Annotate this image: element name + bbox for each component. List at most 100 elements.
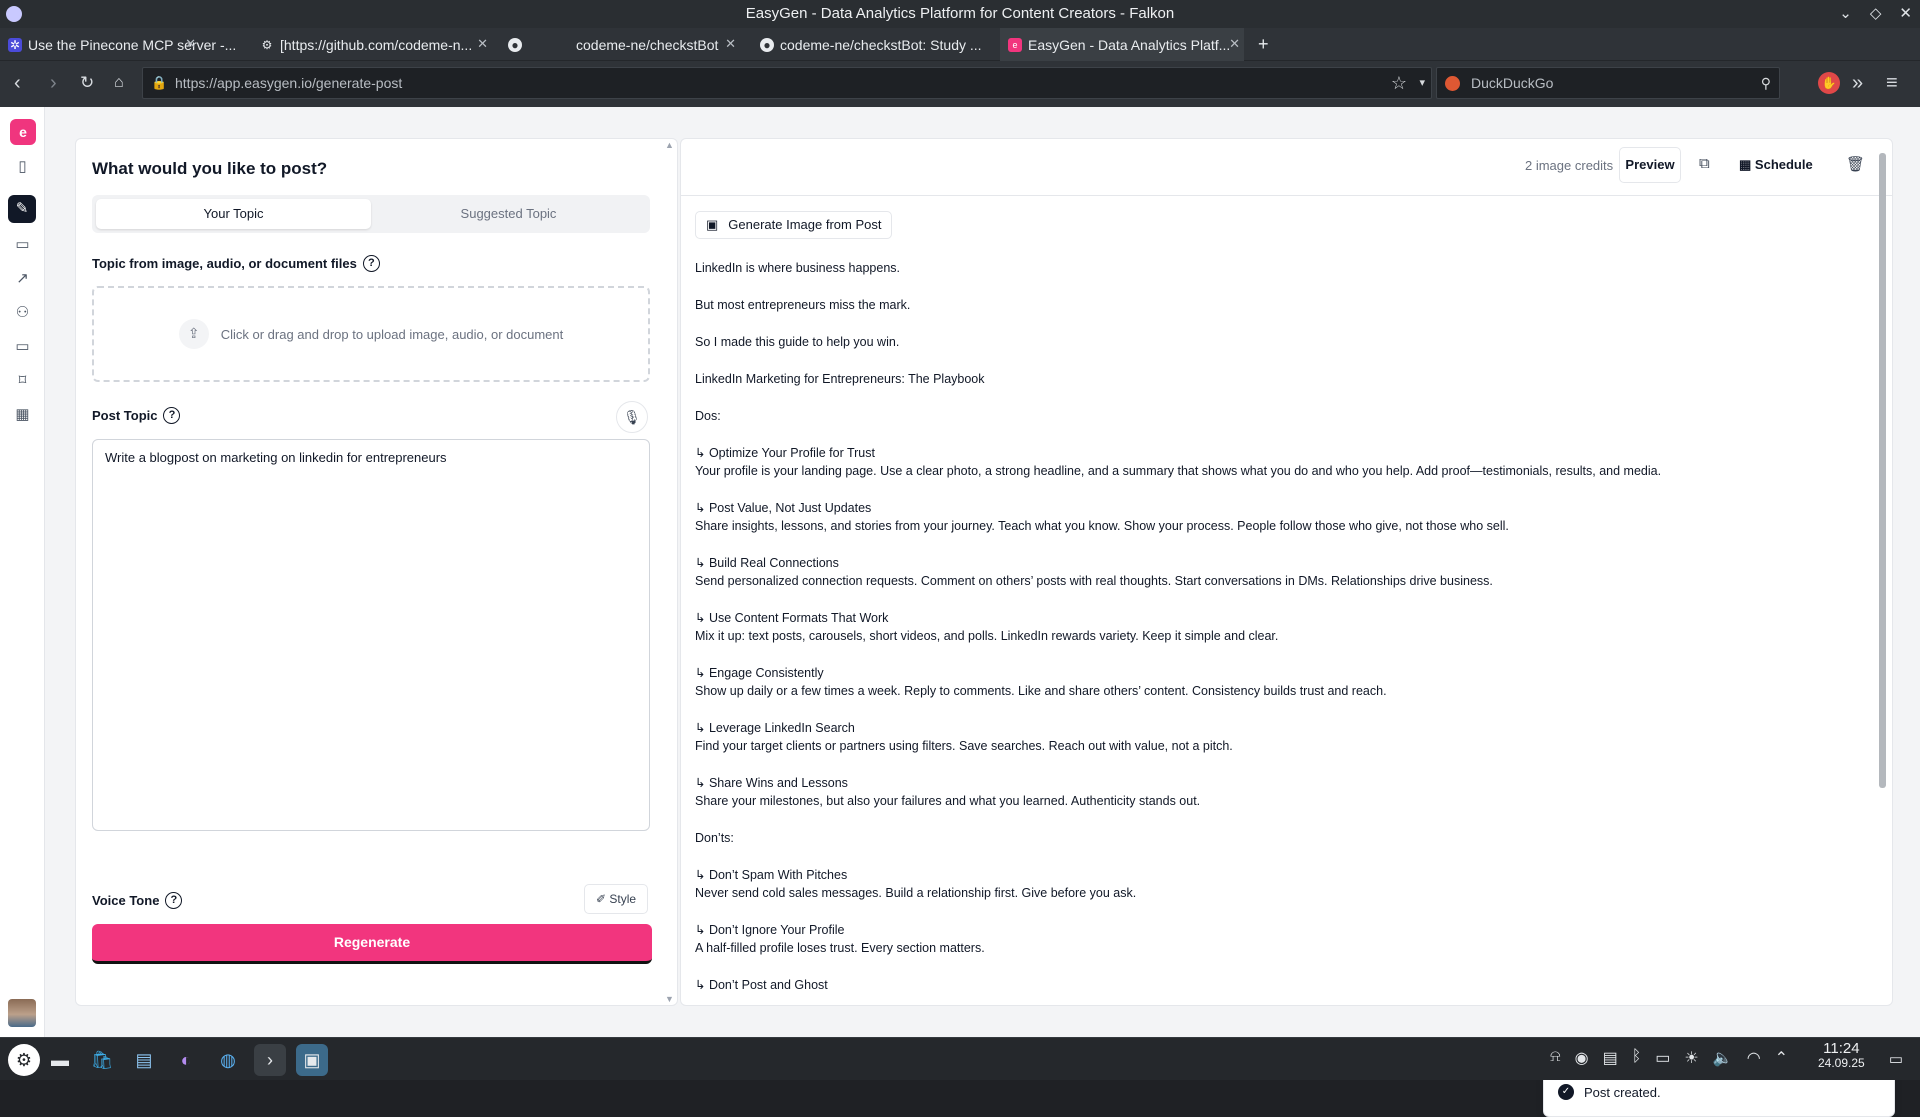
clipboard-icon[interactable]: ▤ xyxy=(1603,1048,1618,1068)
discover-store-icon[interactable]: 🛍 xyxy=(86,1044,118,1076)
copy-icon[interactable]: ⧉ xyxy=(1699,155,1710,172)
url-bar[interactable]: 🔒 https://app.easygen.io/generate-post ☆… xyxy=(142,67,1432,99)
close-tab-icon[interactable]: ✕ xyxy=(1229,36,1240,52)
messages-icon[interactable]: ▭ xyxy=(0,337,45,355)
search-icon[interactable]: ⚲ xyxy=(1761,68,1771,98)
brightness-icon[interactable]: ☀ xyxy=(1684,1048,1698,1068)
analytics-trend-icon[interactable]: ↗ xyxy=(0,269,45,287)
browser-app-icon[interactable]: ◐ xyxy=(170,1044,202,1076)
help-icon[interactable]: ? xyxy=(165,892,183,909)
url-dropdown-icon[interactable]: ▾ xyxy=(1419,68,1425,98)
file-manager-icon[interactable]: ▤ xyxy=(128,1044,160,1076)
voice-tone-label: Voice Tone xyxy=(92,893,160,908)
generate-image-label: Generate Image from Post xyxy=(728,217,882,232)
overflow-chevron-icon[interactable]: » xyxy=(1852,71,1863,95)
browser-tab[interactable]: ● xyxy=(500,28,540,61)
minimize-icon[interactable]: ⌄ xyxy=(1839,0,1852,28)
browser-tab[interactable]: ✲ Use the Pinecone MCP server -... ✕ xyxy=(0,28,236,61)
file-upload-dropzone[interactable]: ⇪ Click or drag and drop to upload image… xyxy=(92,286,650,382)
browser-tab[interactable]: ⚙ [https://github.com/codeme-n... ✕ xyxy=(252,28,492,61)
app-sidebar: e ▯ ✎ ▭ ↗ ⚇ ▭ ⌑ ▦ xyxy=(0,107,45,1037)
app-icon xyxy=(6,6,22,22)
menu-icon[interactable]: ≡ xyxy=(1886,71,1898,95)
bookmark-icon[interactable]: ⌑ xyxy=(0,371,45,389)
scroll-up-icon[interactable]: ▲ xyxy=(665,140,674,150)
home-icon[interactable]: ⌂ xyxy=(114,71,124,95)
reload-icon[interactable]: ↻ xyxy=(80,71,94,95)
style-button[interactable]: ✐ Style xyxy=(584,884,648,914)
image-credits: 2 image credits xyxy=(1525,158,1614,173)
comment-icon[interactable]: ▭ xyxy=(0,235,45,253)
new-tab-icon[interactable]: + xyxy=(1250,28,1274,61)
post-line: ↳ Build Real Connections xyxy=(695,556,839,570)
generated-post-text[interactable]: LinkedIn is where business happens. But m… xyxy=(695,259,1875,994)
brush-icon: ✐ xyxy=(595,892,607,906)
regenerate-button[interactable]: Regenerate xyxy=(92,924,652,964)
post-line: So I made this guide to help you win. xyxy=(695,335,900,349)
tab-your-topic[interactable]: Your Topic xyxy=(96,199,371,229)
search-bar[interactable]: DuckDuckGo ⚲ xyxy=(1436,67,1780,99)
notifications-icon[interactable]: ⍾ xyxy=(1550,1048,1561,1068)
url-text: https://app.easygen.io/generate-post xyxy=(175,75,403,91)
volume-icon[interactable]: 🔈 xyxy=(1713,1048,1733,1068)
close-tab-icon[interactable]: ✕ xyxy=(185,36,196,52)
close-tab-icon[interactable]: ✕ xyxy=(725,36,736,52)
github-favicon-icon: ● xyxy=(760,37,774,52)
active-window-icon[interactable]: ▣ xyxy=(296,1044,328,1076)
pager-icon[interactable]: ▬ xyxy=(44,1044,76,1076)
microphone-icon[interactable]: 🎙 xyxy=(616,401,648,433)
forward-icon[interactable]: › xyxy=(50,71,57,95)
sidebar-toggle-icon[interactable]: ▯ xyxy=(0,157,45,175)
tray-expand-icon[interactable]: ⌃ xyxy=(1775,1048,1788,1068)
schedule-button[interactable]: ▦ Schedule xyxy=(1739,157,1813,173)
post-topic-textarea[interactable]: Write a blogpost on marketing on linkedi… xyxy=(92,439,650,831)
bluetooth-icon[interactable]: ᛒ xyxy=(1632,1048,1642,1068)
left-panel-scrollbar[interactable]: ▲ ▼ xyxy=(663,138,677,1006)
post-line: ↳ Don’t Ignore Your Profile xyxy=(695,923,845,937)
files-label-row: Topic from image, audio, or document fil… xyxy=(92,255,380,272)
show-desktop-icon[interactable]: ▭ xyxy=(1880,1044,1912,1076)
tab-suggested-topic[interactable]: Suggested Topic xyxy=(371,199,646,229)
app-launcher-icon[interactable]: ⚙ xyxy=(8,1044,40,1076)
post-line: Your profile is your landing page. Use a… xyxy=(695,464,1662,478)
terminal-icon[interactable]: › xyxy=(254,1044,286,1076)
clock[interactable]: 11:24 24.09.25 xyxy=(1818,1041,1865,1071)
user-avatar[interactable] xyxy=(8,999,36,1027)
post-line: Don’ts: xyxy=(695,831,734,845)
duckduckgo-icon xyxy=(1445,76,1460,91)
users-icon[interactable]: ⚇ xyxy=(0,303,45,321)
scroll-down-icon[interactable]: ▼ xyxy=(665,994,674,1004)
post-line: ↳ Don’t Post and Ghost xyxy=(695,978,828,992)
update-icon[interactable]: ◉ xyxy=(1575,1048,1589,1068)
adblock-icon[interactable]: ✋ xyxy=(1818,72,1840,94)
post-scrollbar[interactable] xyxy=(1877,143,1889,1003)
preview-button[interactable]: Preview xyxy=(1619,147,1681,183)
browser-tab[interactable]: codeme-ne/checkstBot ✕ xyxy=(548,28,740,61)
compose-pen-icon[interactable]: ✎ xyxy=(8,195,36,223)
maximize-icon[interactable]: ◇ xyxy=(1870,0,1882,28)
calendar-icon[interactable]: ▦ xyxy=(0,405,45,423)
scrollbar-thumb[interactable] xyxy=(1879,153,1886,788)
help-icon[interactable]: ? xyxy=(163,407,181,424)
post-line: ↳ Engage Consistently xyxy=(695,666,824,680)
back-icon[interactable]: ‹ xyxy=(14,71,21,95)
battery-icon[interactable]: ▭ xyxy=(1655,1048,1670,1068)
voice-tone-label-row: Voice Tone ? xyxy=(92,892,183,909)
close-tab-icon[interactable]: ✕ xyxy=(477,36,488,52)
browser-tab[interactable]: ● codeme-ne/checkstBot: Study ... xyxy=(752,28,996,61)
trash-icon[interactable]: 🗑 xyxy=(1846,155,1865,173)
generate-image-button[interactable]: ▣ Generate Image from Post xyxy=(695,211,893,239)
help-icon[interactable]: ? xyxy=(362,255,380,272)
falkon-app-icon[interactable]: ◍ xyxy=(212,1044,244,1076)
browser-tab-active[interactable]: e EasyGen - Data Analytics Platf... ✕ xyxy=(1000,28,1244,61)
bookmark-star-icon[interactable]: ☆ xyxy=(1391,68,1407,98)
wifi-icon[interactable]: ◠ xyxy=(1747,1048,1761,1068)
close-window-icon[interactable]: ✕ xyxy=(1899,0,1912,28)
easygen-logo[interactable]: e xyxy=(10,119,36,145)
